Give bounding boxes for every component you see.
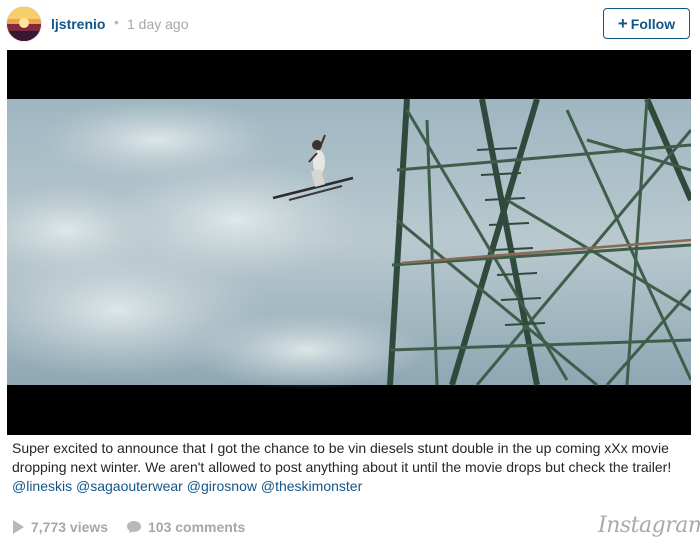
play-icon — [13, 520, 24, 534]
post-timestamp[interactable]: 1 day ago — [127, 16, 189, 32]
post-header: ljstrenio • 1 day ago + Follow — [0, 0, 700, 50]
instagram-logo[interactable]: Instagram — [598, 513, 700, 538]
separator-dot: • — [114, 14, 119, 30]
views-label: 7,773 views — [31, 519, 109, 535]
avatar-image — [7, 7, 41, 41]
comments-count[interactable]: 103 comments — [126, 519, 245, 535]
plus-icon: + — [617, 13, 628, 33]
comments-label: 103 comments — [148, 519, 246, 535]
mention-link[interactable]: @lineskis — [12, 478, 72, 494]
mention-link[interactable]: @girosnow — [187, 478, 257, 494]
follow-label: Follow — [630, 15, 676, 32]
caption-text: Super excited to announce that I got the… — [12, 440, 672, 475]
post-footer: 7,773 views 103 comments Instagram — [0, 510, 700, 544]
avatar[interactable] — [7, 7, 41, 41]
follow-button[interactable]: + Follow — [603, 8, 690, 39]
video-frame — [7, 50, 691, 435]
video-player[interactable] — [7, 50, 691, 435]
mention-link[interactable]: @theskimonster — [261, 478, 362, 494]
username-link[interactable]: ljstrenio — [51, 16, 105, 32]
mention-link[interactable]: @sagaouterwear — [76, 478, 183, 494]
comment-bubble-icon — [127, 521, 141, 533]
views-count: 7,773 views — [13, 519, 108, 535]
post-caption: Super excited to announce that I got the… — [12, 439, 692, 496]
